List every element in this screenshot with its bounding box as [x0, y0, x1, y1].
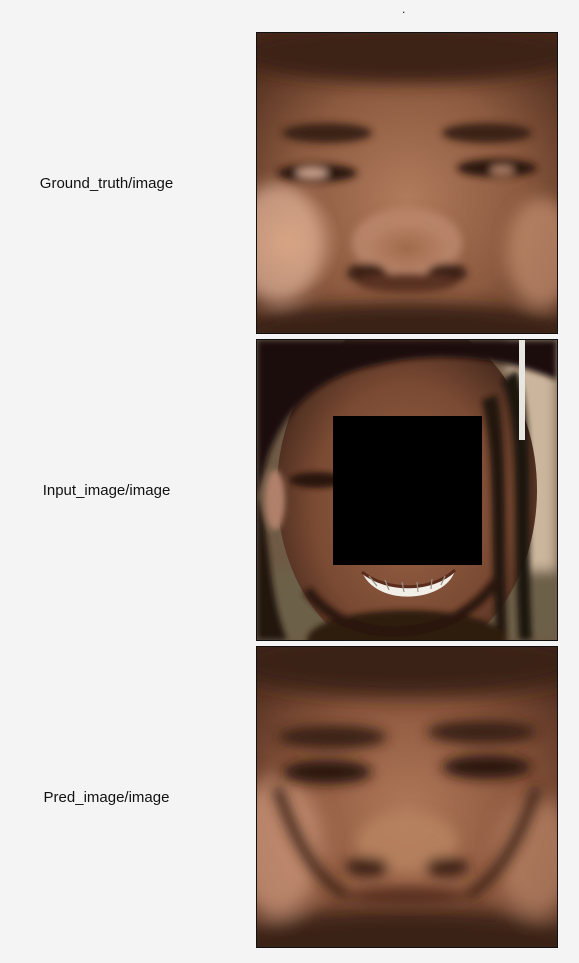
input-image	[256, 339, 558, 641]
pred-image	[256, 646, 558, 948]
row-label-ground-truth: Ground_truth/image	[39, 174, 174, 192]
mask-overlay	[333, 416, 482, 565]
row-pred-image: Pred_image/image	[0, 646, 579, 948]
ground-truth-image	[256, 32, 558, 334]
row-label-pred-image: Pred_image/image	[43, 788, 170, 806]
row-ground-truth: Ground_truth/image	[0, 32, 579, 334]
header-marker: .	[402, 2, 406, 16]
row-label-input-image: Input_image/image	[42, 481, 171, 499]
row-input-image: Input_image/image	[0, 339, 579, 641]
